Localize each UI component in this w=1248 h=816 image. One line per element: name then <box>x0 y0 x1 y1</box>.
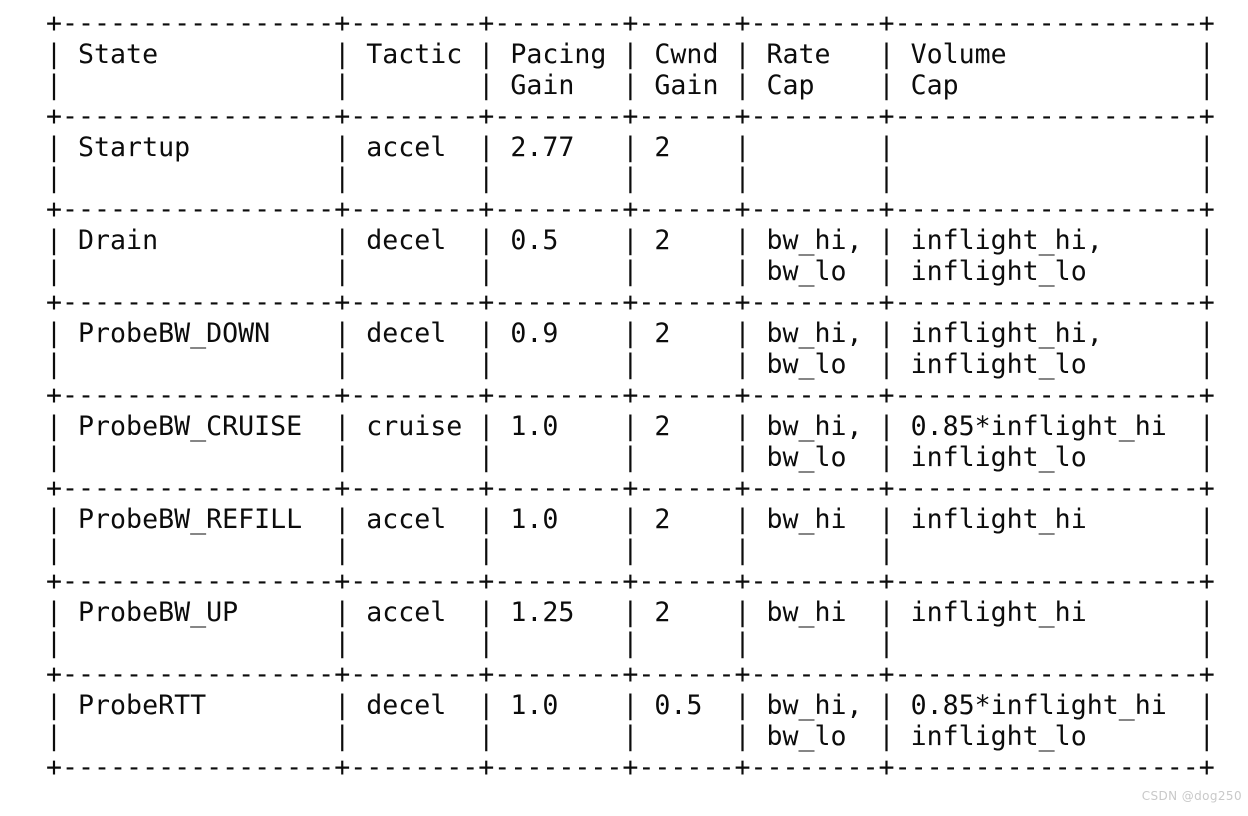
csdn-watermark: CSDN @dog250 <box>1141 789 1242 803</box>
ascii-grid-table: +-----------------+--------+--------+---… <box>46 8 1215 783</box>
